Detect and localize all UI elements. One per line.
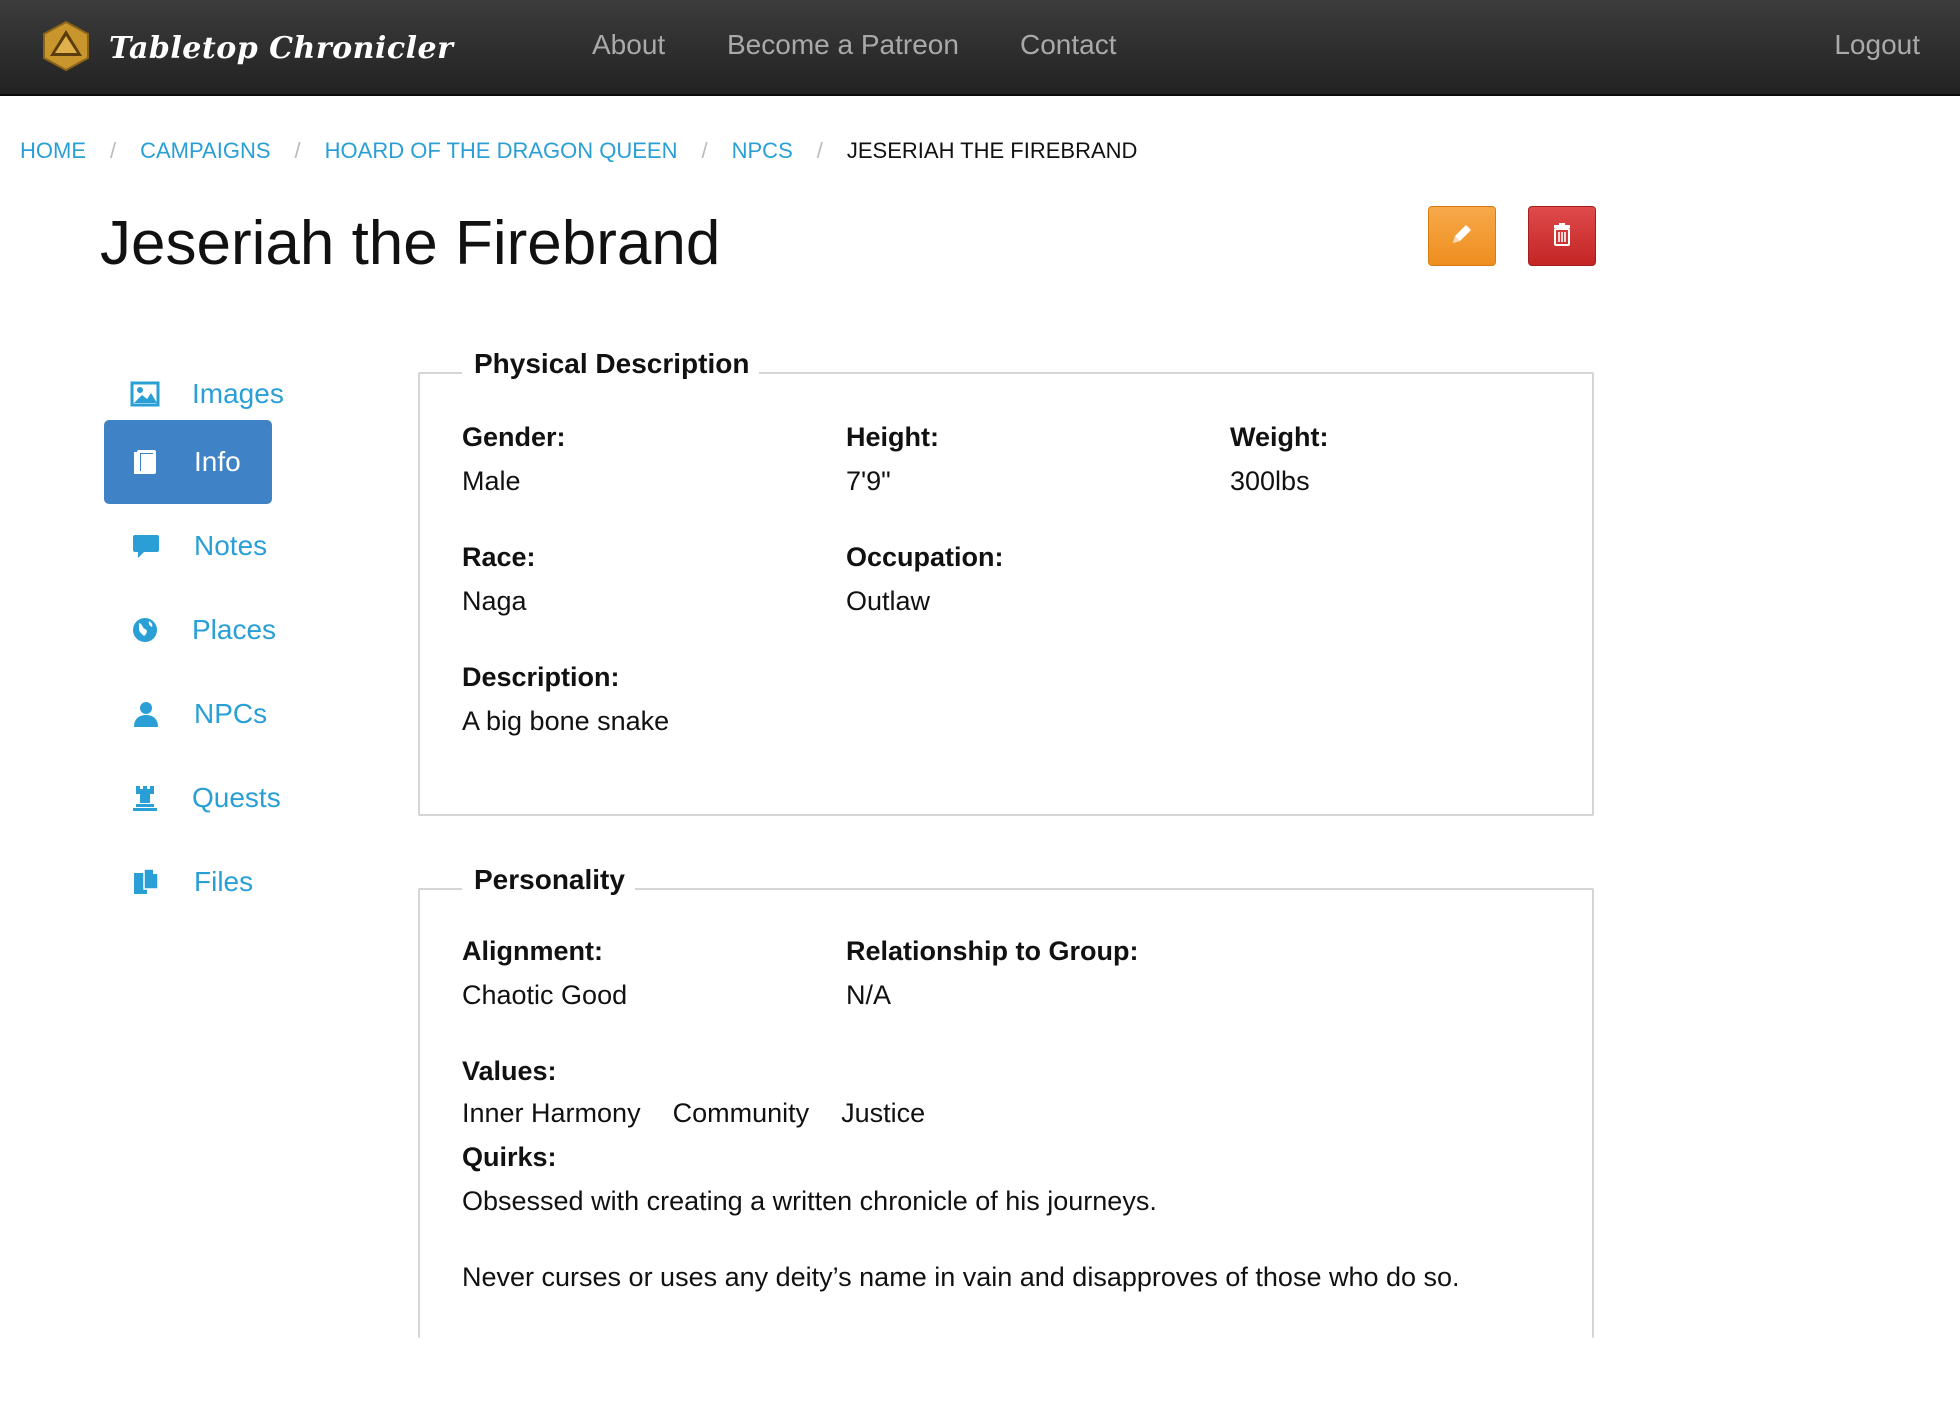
- alignment-label: Alignment:: [462, 936, 603, 966]
- value-tag: Inner Harmony: [462, 1098, 641, 1128]
- nav-patreon-link[interactable]: Become a Patreon: [727, 28, 959, 62]
- d20-logo-icon: [40, 20, 92, 77]
- trash-icon: [1549, 221, 1575, 252]
- alignment-value: Chaotic Good: [462, 980, 628, 1010]
- top-navbar: Tabletop Chronicler About Become a Patre…: [0, 0, 1960, 96]
- breadcrumb-home[interactable]: HOME: [20, 138, 86, 164]
- personality-panel: Personality Alignment: Chaotic Good Rela…: [418, 864, 1594, 1338]
- book-icon: [130, 446, 162, 478]
- breadcrumb-separator: /: [816, 138, 823, 163]
- sidebar-item-quests[interactable]: Quests: [104, 756, 281, 840]
- sidebar-item-places[interactable]: Places: [104, 588, 276, 672]
- nav-about-link[interactable]: About: [592, 28, 665, 62]
- breadcrumb-npcs[interactable]: NPCS: [732, 138, 793, 164]
- race-label: Race:: [462, 542, 536, 572]
- delete-button[interactable]: [1528, 206, 1596, 266]
- weight-value: 300lbs: [1230, 466, 1310, 496]
- logout-link[interactable]: Logout: [1834, 28, 1920, 62]
- files-icon: [130, 866, 162, 898]
- values-label: Values:: [462, 1056, 557, 1086]
- physical-description-panel: Physical Description Gender: Male Height…: [418, 348, 1594, 816]
- rook-icon: [130, 782, 160, 814]
- physical-description-legend: Physical Description: [462, 348, 760, 380]
- sidebar-item-label: Quests: [192, 782, 281, 813]
- user-icon: [130, 698, 162, 730]
- globe-icon: [130, 614, 160, 646]
- quirks-label: Quirks:: [462, 1142, 557, 1172]
- sidebar-item-notes[interactable]: Notes: [104, 504, 272, 588]
- comment-icon: [130, 530, 162, 562]
- breadcrumb-campaigns[interactable]: CAMPAIGNS: [140, 138, 270, 164]
- personality-legend: Personality: [462, 864, 635, 896]
- breadcrumb-separator: /: [110, 138, 117, 163]
- relationship-label: Relationship to Group:: [846, 936, 1139, 966]
- quirk-item: Obsessed with creating a written chronic…: [462, 1186, 1157, 1216]
- sidebar-item-npcs[interactable]: NPCs: [104, 672, 272, 756]
- race-value: Naga: [462, 586, 527, 616]
- gender-value: Male: [462, 466, 521, 496]
- breadcrumb-current: JESERIAH THE FIREBRAND: [846, 138, 1138, 163]
- height-value: 7'9": [846, 466, 891, 496]
- nav-contact-link[interactable]: Contact: [1020, 28, 1117, 62]
- gender-label: Gender:: [462, 422, 566, 452]
- edit-button[interactable]: [1428, 206, 1496, 266]
- sidebar-item-label: Files: [194, 866, 254, 897]
- value-tag: Justice: [841, 1098, 926, 1128]
- breadcrumb: HOME / CAMPAIGNS / HOARD OF THE DRAGON Q…: [20, 138, 1137, 164]
- description-label: Description:: [462, 662, 620, 692]
- quirk-item: Never curses or uses any deity’s name in…: [462, 1262, 1460, 1292]
- occupation-label: Occupation:: [846, 542, 1004, 572]
- weight-label: Weight:: [1230, 422, 1329, 452]
- image-icon: [130, 378, 160, 410]
- values-list: Inner Harmony Community Justice: [462, 1098, 957, 1129]
- occupation-value: Outlaw: [846, 586, 931, 616]
- brand-name: Tabletop Chronicler: [109, 30, 454, 66]
- value-tag: Community: [672, 1098, 810, 1128]
- breadcrumb-separator: /: [294, 138, 301, 163]
- sidebar-item-label: Images: [192, 378, 284, 409]
- sidebar-item-label: NPCs: [194, 698, 268, 729]
- description-value: A big bone snake: [462, 706, 670, 736]
- sidebar-item-files[interactable]: Files: [104, 840, 272, 924]
- height-label: Height:: [846, 422, 939, 452]
- breadcrumb-separator: /: [701, 138, 708, 163]
- sidebar-item-label: Places: [192, 614, 277, 645]
- sidebar-item-info[interactable]: Info: [104, 420, 272, 504]
- relationship-value: N/A: [846, 980, 892, 1010]
- sidebar-item-label: Info: [194, 446, 241, 477]
- breadcrumb-campaign[interactable]: HOARD OF THE DRAGON QUEEN: [325, 138, 678, 164]
- brand[interactable]: Tabletop Chronicler: [40, 20, 453, 76]
- page-title: Jeseriah the Firebrand: [100, 209, 721, 278]
- pencil-icon: [1449, 221, 1475, 252]
- sidebar-item-label: Notes: [194, 530, 268, 561]
